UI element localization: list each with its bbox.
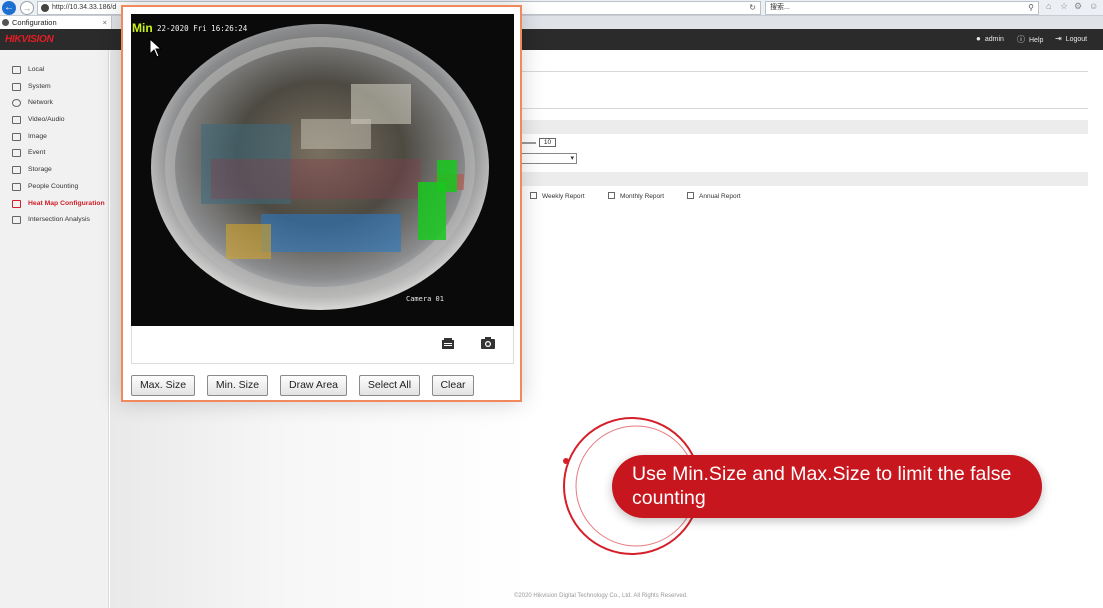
sidebar-item-people-counting[interactable]: People Counting <box>0 180 109 194</box>
favorites-star-icon[interactable]: ☆ <box>1060 1 1068 12</box>
draw-area-button[interactable]: Draw Area <box>280 375 347 396</box>
sidebar-item-storage[interactable]: Storage <box>0 163 109 177</box>
browser-search-input[interactable]: 搜索... ⚲ <box>765 1 1039 15</box>
system-icon <box>12 83 21 91</box>
divider <box>520 71 1088 72</box>
sidebar-item-label: People Counting <box>28 183 79 190</box>
storage-icon <box>12 166 21 174</box>
sensitivity-slider[interactable] <box>520 142 536 144</box>
help-link[interactable]: ⓘ Help <box>1017 34 1043 45</box>
settings-gear-icon[interactable]: ⚙ <box>1074 1 1082 12</box>
user-link[interactable]: ● admin <box>976 34 1004 43</box>
sidebar-item-system[interactable]: System <box>0 80 109 94</box>
sidebar-item-label: Storage <box>28 166 52 173</box>
mouse-cursor-icon <box>149 38 163 58</box>
clear-button[interactable]: Clear <box>432 375 474 396</box>
copyright-footer: ©2020 Hikvision Digital Technology Co., … <box>514 593 688 599</box>
address-url: http://10.34.33.186/d <box>52 4 117 11</box>
sidebar-item-label: Video/Audio <box>28 116 65 123</box>
video-audio-icon <box>12 116 21 124</box>
tab-favicon-icon <box>2 19 9 26</box>
intersection-icon <box>12 216 21 224</box>
tab-title: Configuration <box>12 18 57 27</box>
monthly-report-checkbox[interactable]: Monthly Report <box>608 192 664 200</box>
osd-timestamp: 22-2020 Fri 16:26:24 <box>157 24 248 33</box>
smiley-icon[interactable]: ☺ <box>1089 1 1098 11</box>
image-icon <box>12 133 21 141</box>
sidebar: Local System Network Video/Audio Image E… <box>0 50 109 608</box>
tutorial-callout: Use Min.Size and Max.Size to limit the f… <box>612 455 1042 518</box>
help-label: Help <box>1029 37 1044 44</box>
hikvision-logo: HIKVISION <box>5 34 54 45</box>
report-label: Weekly Report <box>542 193 585 200</box>
sidebar-item-intersection-analysis[interactable]: Intersection Analysis <box>0 213 109 227</box>
report-label: Monthly Report <box>620 193 665 200</box>
people-icon <box>12 183 21 191</box>
monitor-icon <box>12 66 21 74</box>
record-icon[interactable] <box>441 337 457 351</box>
sidebar-item-network[interactable]: Network <box>0 96 109 110</box>
snapshot-icon[interactable] <box>480 336 496 350</box>
sensitivity-value-input[interactable]: 10 <box>539 138 556 147</box>
sidebar-item-label: Event <box>28 149 46 156</box>
section-header-bar <box>520 172 1088 186</box>
video-toolbar <box>131 326 514 364</box>
search-icon[interactable]: ⚲ <box>1028 2 1034 14</box>
checkbox-box[interactable] <box>608 192 615 199</box>
fisheye-camera-image <box>151 24 489 310</box>
user-icon: ● <box>976 34 981 43</box>
sidebar-item-label: System <box>28 83 51 90</box>
sidebar-item-image[interactable]: Image <box>0 130 109 144</box>
weekly-report-checkbox[interactable]: Weekly Report <box>530 192 585 200</box>
tab-close-icon[interactable]: × <box>103 16 107 29</box>
settings-select[interactable]: ▾ <box>520 153 577 164</box>
checkbox-box[interactable] <box>530 192 537 199</box>
user-name: admin <box>984 36 1004 43</box>
checkbox-box[interactable] <box>687 192 694 199</box>
select-all-button[interactable]: Select All <box>359 375 420 396</box>
site-icon <box>41 4 49 12</box>
back-button[interactable]: ← <box>2 1 16 15</box>
calendar-icon <box>12 149 21 157</box>
logout-label: Logout <box>1065 36 1088 43</box>
heatmap-icon <box>12 200 21 208</box>
osd-camera-name: Camera 01 <box>406 295 444 303</box>
sidebar-item-video-audio[interactable]: Video/Audio <box>0 113 109 127</box>
sidebar-item-label: Image <box>28 133 47 140</box>
sidebar-item-event[interactable]: Event <box>0 146 109 160</box>
sidebar-item-label: Local <box>28 66 45 73</box>
sidebar-item-label: Intersection Analysis <box>28 216 90 223</box>
divider <box>520 108 1088 109</box>
detection-area-dialog: 22-2020 Fri 16:26:24 Min Camera 01 Max. … <box>121 5 522 402</box>
logout-icon: ⇥ <box>1055 34 1062 43</box>
osd-min-label: Min <box>132 21 153 35</box>
live-video-view[interactable]: 22-2020 Fri 16:26:24 Min Camera 01 <box>131 14 514 326</box>
tab-configuration[interactable]: Configuration × <box>0 16 112 29</box>
section-header-bar <box>520 120 1088 134</box>
sidebar-item-label: Heat Map Configuration <box>28 200 105 207</box>
min-size-button[interactable]: Min. Size <box>207 375 268 396</box>
forward-button[interactable]: → <box>20 1 34 15</box>
search-placeholder: 搜索... <box>770 4 790 11</box>
sidebar-item-local[interactable]: Local <box>0 63 109 77</box>
refresh-icon[interactable]: ↻ <box>749 2 756 14</box>
max-size-button[interactable]: Max. Size <box>131 375 195 396</box>
logout-link[interactable]: ⇥ Logout <box>1055 34 1087 43</box>
home-icon[interactable]: ⌂ <box>1046 1 1051 11</box>
report-label: Annual Report <box>699 193 741 200</box>
annual-report-checkbox[interactable]: Annual Report <box>687 192 741 200</box>
help-icon: ⓘ <box>1017 35 1025 44</box>
sidebar-item-label: Network <box>28 99 53 106</box>
sidebar-item-heat-map-configuration[interactable]: Heat Map Configuration <box>0 197 109 211</box>
globe-icon <box>12 99 21 107</box>
